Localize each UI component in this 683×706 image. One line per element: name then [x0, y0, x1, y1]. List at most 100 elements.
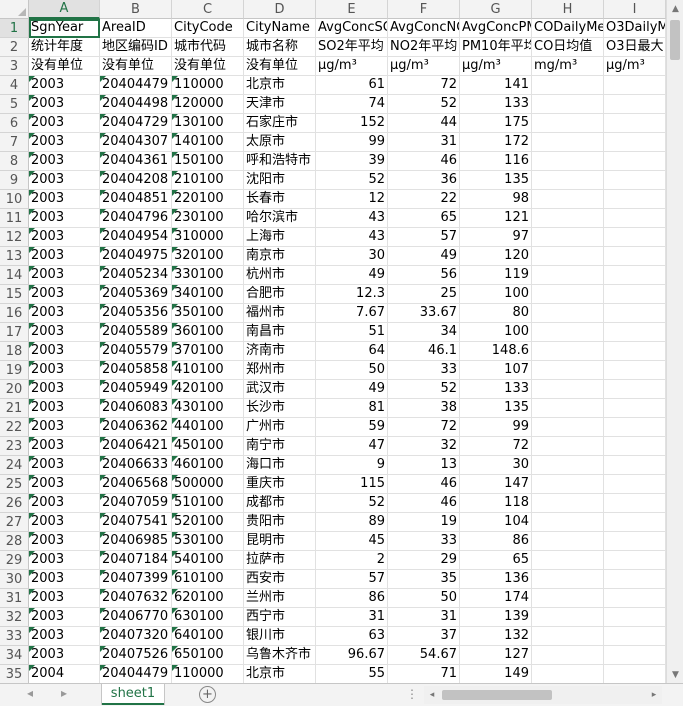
- cell-b10[interactable]: 20404851: [100, 190, 172, 209]
- cell-a28[interactable]: 2003: [29, 532, 100, 551]
- cell-i9[interactable]: [604, 171, 666, 190]
- cell-d13[interactable]: 南京市: [244, 247, 316, 266]
- cell-e23[interactable]: 47: [316, 437, 388, 456]
- cell-h21[interactable]: [532, 399, 604, 418]
- cell-f15[interactable]: 25: [388, 285, 460, 304]
- cell-d4[interactable]: 北京市: [244, 76, 316, 95]
- row-header[interactable]: 14: [0, 266, 29, 285]
- cell-f19[interactable]: 33: [388, 361, 460, 380]
- row-header[interactable]: 34: [0, 646, 29, 665]
- add-sheet-icon[interactable]: +: [199, 686, 216, 703]
- cell-b26[interactable]: 20407059: [100, 494, 172, 513]
- cell-h20[interactable]: [532, 380, 604, 399]
- cell-f14[interactable]: 56: [388, 266, 460, 285]
- row-header[interactable]: 12: [0, 228, 29, 247]
- cell-a22[interactable]: 2003: [29, 418, 100, 437]
- row-header[interactable]: 15: [0, 285, 29, 304]
- column-header-a[interactable]: A: [29, 0, 100, 19]
- cell-i18[interactable]: [604, 342, 666, 361]
- cell-g15[interactable]: 100: [460, 285, 532, 304]
- cell-a23[interactable]: 2003: [29, 437, 100, 456]
- cell-i14[interactable]: [604, 266, 666, 285]
- cell-e9[interactable]: 52: [316, 171, 388, 190]
- cell-i26[interactable]: [604, 494, 666, 513]
- cell-e31[interactable]: 86: [316, 589, 388, 608]
- cell-i28[interactable]: [604, 532, 666, 551]
- cell-a29[interactable]: 2003: [29, 551, 100, 570]
- cell-h31[interactable]: [532, 589, 604, 608]
- cell-e24[interactable]: 9: [316, 456, 388, 475]
- cell-g24[interactable]: 30: [460, 456, 532, 475]
- cell-e19[interactable]: 50: [316, 361, 388, 380]
- cell-f8[interactable]: 46: [388, 152, 460, 171]
- cell-f31[interactable]: 50: [388, 589, 460, 608]
- cell-h27[interactable]: [532, 513, 604, 532]
- cell-e13[interactable]: 30: [316, 247, 388, 266]
- column-header-i[interactable]: I: [604, 0, 666, 19]
- cell-c30[interactable]: 610100: [172, 570, 244, 589]
- cell-d10[interactable]: 长春市: [244, 190, 316, 209]
- cell-c17[interactable]: 360100: [172, 323, 244, 342]
- cell-e18[interactable]: 64: [316, 342, 388, 361]
- next-sheet-icon[interactable]: ▸: [56, 686, 72, 700]
- cell-e1[interactable]: AvgConcSO2: [316, 19, 388, 38]
- cell-d23[interactable]: 南宁市: [244, 437, 316, 456]
- cell-f33[interactable]: 37: [388, 627, 460, 646]
- scroll-down-arrow-icon[interactable]: ▼: [667, 666, 683, 683]
- cell-i12[interactable]: [604, 228, 666, 247]
- row-header[interactable]: 8: [0, 152, 29, 171]
- cell-e15[interactable]: 12.3: [316, 285, 388, 304]
- cell-e3[interactable]: μg/m³: [316, 57, 388, 76]
- cell-d1[interactable]: CityName: [244, 19, 316, 38]
- cell-i17[interactable]: [604, 323, 666, 342]
- row-header[interactable]: 4: [0, 76, 29, 95]
- cell-d6[interactable]: 石家庄市: [244, 114, 316, 133]
- horizontal-scroll-thumb[interactable]: [442, 690, 552, 700]
- cell-c2[interactable]: 城市代码: [172, 38, 244, 57]
- cell-b4[interactable]: 20404479: [100, 76, 172, 95]
- row-header[interactable]: 20: [0, 380, 29, 399]
- cell-h15[interactable]: [532, 285, 604, 304]
- cell-a6[interactable]: 2003: [29, 114, 100, 133]
- splitter-handle-icon[interactable]: ⋮: [406, 687, 418, 701]
- cell-g17[interactable]: 100: [460, 323, 532, 342]
- cell-g19[interactable]: 107: [460, 361, 532, 380]
- cell-f1[interactable]: AvgConcNO2: [388, 19, 460, 38]
- cell-g5[interactable]: 133: [460, 95, 532, 114]
- cell-i8[interactable]: [604, 152, 666, 171]
- cell-a18[interactable]: 2003: [29, 342, 100, 361]
- cell-c18[interactable]: 370100: [172, 342, 244, 361]
- cell-h3[interactable]: mg/m³: [532, 57, 604, 76]
- cell-a33[interactable]: 2003: [29, 627, 100, 646]
- cell-c26[interactable]: 510100: [172, 494, 244, 513]
- cell-a12[interactable]: 2003: [29, 228, 100, 247]
- cell-e26[interactable]: 52: [316, 494, 388, 513]
- cell-i33[interactable]: [604, 627, 666, 646]
- cell-c22[interactable]: 440100: [172, 418, 244, 437]
- cell-g32[interactable]: 139: [460, 608, 532, 627]
- cell-b29[interactable]: 20407184: [100, 551, 172, 570]
- cell-b25[interactable]: 20406568: [100, 475, 172, 494]
- cell-g14[interactable]: 119: [460, 266, 532, 285]
- column-header-b[interactable]: B: [100, 0, 172, 19]
- row-header[interactable]: 26: [0, 494, 29, 513]
- cell-i4[interactable]: [604, 76, 666, 95]
- row-header[interactable]: 19: [0, 361, 29, 380]
- cell-d27[interactable]: 贵阳市: [244, 513, 316, 532]
- cell-h18[interactable]: [532, 342, 604, 361]
- cell-c11[interactable]: 230100: [172, 209, 244, 228]
- row-header[interactable]: 9: [0, 171, 29, 190]
- cell-g2[interactable]: PM10年平均: [460, 38, 532, 57]
- cell-d3[interactable]: 没有单位: [244, 57, 316, 76]
- row-header[interactable]: 25: [0, 475, 29, 494]
- cell-e7[interactable]: 99: [316, 133, 388, 152]
- cell-d29[interactable]: 拉萨市: [244, 551, 316, 570]
- cell-d22[interactable]: 广州市: [244, 418, 316, 437]
- cell-e28[interactable]: 45: [316, 532, 388, 551]
- cell-a26[interactable]: 2003: [29, 494, 100, 513]
- cell-d35[interactable]: 北京市: [244, 665, 316, 684]
- cell-b20[interactable]: 20405949: [100, 380, 172, 399]
- cell-g22[interactable]: 99: [460, 418, 532, 437]
- row-header[interactable]: 28: [0, 532, 29, 551]
- cell-a31[interactable]: 2003: [29, 589, 100, 608]
